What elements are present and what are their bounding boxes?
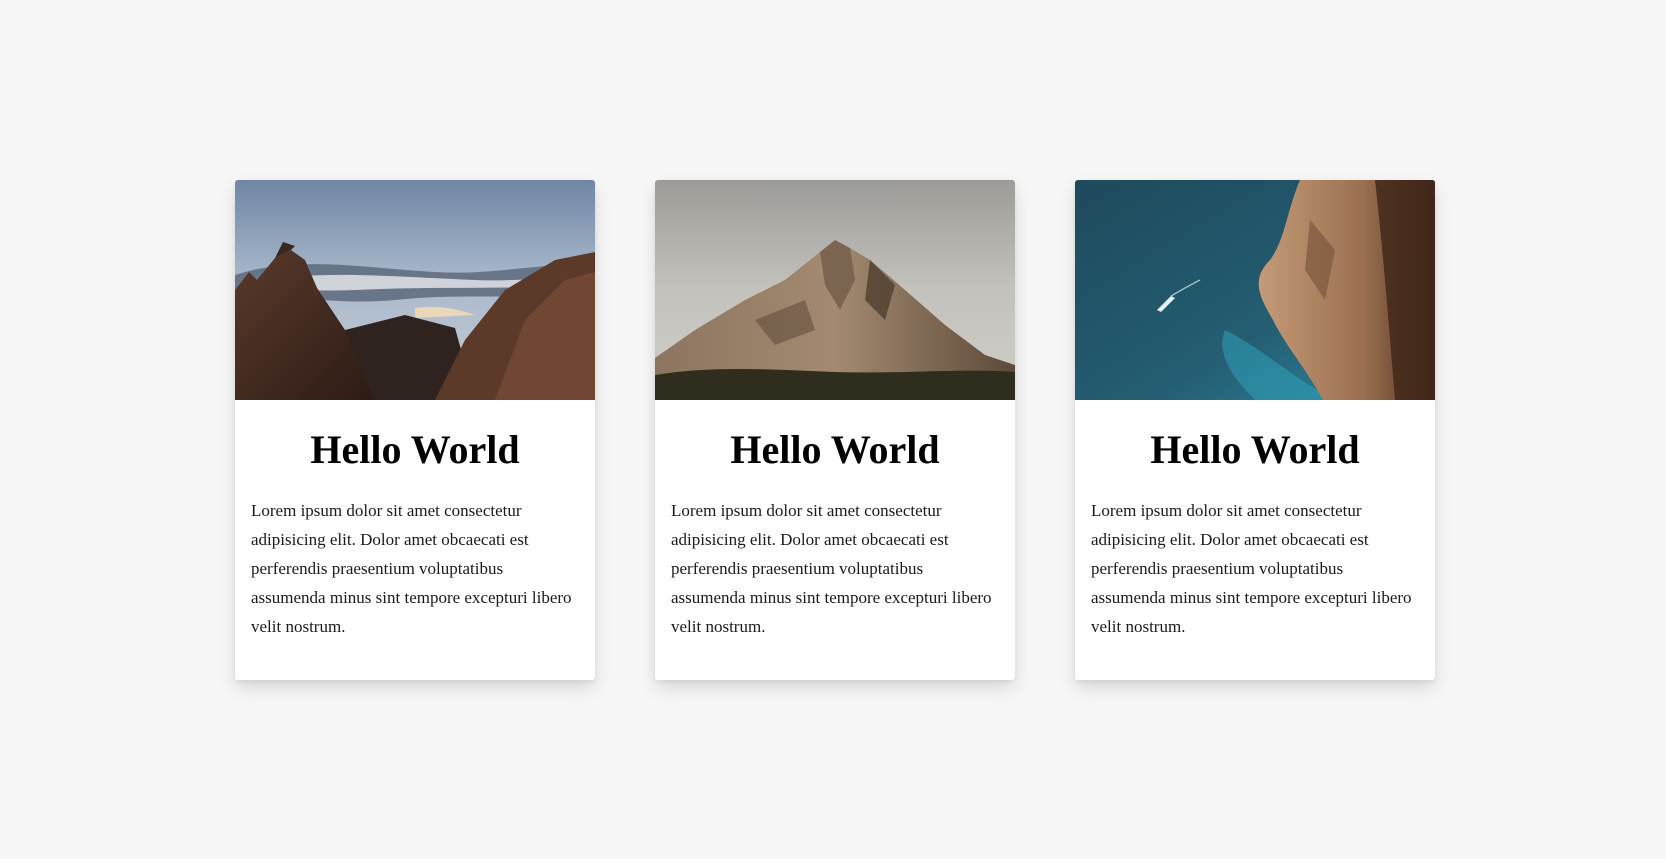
card-grid: Hello World Lorem ipsum dolor sit amet c… [235, 180, 1435, 680]
card[interactable]: Hello World Lorem ipsum dolor sit amet c… [235, 180, 595, 680]
card-title: Hello World [1150, 427, 1360, 472]
card-text: Lorem ipsum dolor sit amet consectetur a… [251, 501, 572, 636]
coastal-cliff-sea-photo [1075, 180, 1435, 400]
card[interactable]: Hello World Lorem ipsum dolor sit amet c… [655, 180, 1015, 680]
card-title: Hello World [310, 427, 520, 472]
mountain-peaks-clouds-photo [235, 180, 595, 400]
rocky-mountain-photo [655, 180, 1015, 400]
card-text: Lorem ipsum dolor sit amet consectetur a… [671, 501, 992, 636]
card-title: Hello World [730, 427, 940, 472]
card[interactable]: Hello World Lorem ipsum dolor sit amet c… [1075, 180, 1435, 680]
card-text: Lorem ipsum dolor sit amet consectetur a… [1091, 501, 1412, 636]
